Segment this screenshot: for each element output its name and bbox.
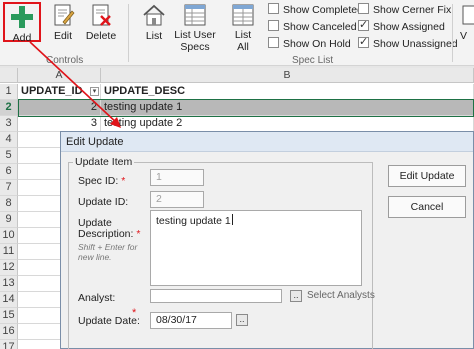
list-label: List [145,30,163,42]
checkbox-label: Show Cerner Fix [373,4,452,16]
add-label: Add [12,32,32,44]
table-icon [232,4,254,26]
text-cursor [231,214,233,225]
required-mark: * [121,175,126,187]
select-analysts-link[interactable]: Select Analysts [307,290,375,301]
delete-button[interactable]: Delete [82,2,120,48]
ribbon: Add Edit Delete Controls List List User … [0,0,474,66]
select-analysts-button[interactable]: .. [290,290,302,302]
checkbox-label: Show Canceled [283,21,357,33]
row-header[interactable]: 13 [0,276,18,292]
row-header[interactable]: 7 [0,180,18,196]
edit-update-dialog: Edit Update Update Item Spec ID: * 1 Upd… [60,131,474,349]
update-date-label-text: Update Date: [78,315,140,327]
select-all-corner[interactable] [0,68,18,83]
edit-label: Edit [53,30,73,42]
checkbox-show-assigned[interactable]: Show Assigned [358,18,445,36]
checkbox-label: Show Assigned [373,21,445,33]
cancel-button[interactable]: Cancel [388,196,466,218]
user-list-icon [184,4,206,26]
row-header[interactable]: 14 [0,292,18,308]
view-icon [462,5,474,25]
list-all-button[interactable]: List All [224,2,262,53]
update-date-field[interactable]: 08/30/17 [150,312,232,329]
analyst-label: Analyst: [78,292,116,304]
add-button[interactable]: Add [3,2,41,44]
group-label-spec-list: Spec List [292,55,334,66]
header-cell-update-desc[interactable]: UPDATE_DESC [101,84,474,100]
table-cell-id[interactable]: 3 [18,116,101,132]
row-header[interactable]: 15 [0,308,18,324]
group-divider [128,4,129,62]
row-header[interactable]: 5 [0,148,18,164]
checkbox-show-completed[interactable]: Show Completed [268,3,363,19]
table-cell-desc[interactable]: testing update 2 [101,116,474,132]
date-picker-button[interactable]: .. [236,314,248,326]
home-icon [143,4,165,26]
checkbox-label: Show Completed [283,4,363,16]
required-mark: * [132,307,137,319]
table-cell-desc[interactable]: testing update 1 [101,100,474,116]
header-cell-update-id[interactable]: UPDATE_ID [18,84,101,100]
description-hint: Shift + Enter for new line. [78,242,138,262]
group-label-controls: Controls [46,55,84,66]
list-user-specs-button[interactable]: List User Specs [173,2,217,53]
checkbox-box [358,3,369,14]
row-header[interactable]: 6 [0,164,18,180]
checkbox-show-on-hold[interactable]: Show On Hold [268,37,351,53]
edit-update-button[interactable]: Edit Update [388,165,466,187]
view-label-partial: V [460,30,468,42]
group-title: Update Item [73,156,135,168]
delete-label: Delete [85,30,117,42]
spec-id-label: Spec ID: * [78,175,125,187]
row-header[interactable]: 2 [0,100,18,116]
checkbox-box-checked [358,35,369,48]
row-header[interactable]: 1 [0,84,18,100]
column-header-a[interactable]: A [18,68,101,83]
checkbox-box [268,37,279,48]
filter-dropdown-icon[interactable]: ▾ [90,87,99,96]
description-label-2-text: Description: [78,228,134,240]
row-header[interactable]: 16 [0,324,18,340]
update-id-field[interactable]: 2 [150,191,204,208]
checkbox-label: Show Unassigned [373,38,458,50]
required-mark: * [136,228,141,240]
checkbox-box [268,20,279,31]
table-cell-id[interactable]: 2 [18,100,101,116]
edit-icon [54,4,75,26]
checkbox-show-canceled[interactable]: Show Canceled [268,20,357,36]
column-header-b[interactable]: B [101,68,474,83]
plus-icon [11,6,33,28]
checkbox-label: Show On Hold [283,38,351,50]
description-textarea[interactable]: testing update 1 [150,210,362,286]
spec-id-label-text: Spec ID: [78,175,119,187]
row-header[interactable]: 12 [0,260,18,276]
analyst-field[interactable] [150,289,282,303]
delete-icon [92,4,111,26]
edit-button[interactable]: Edit [44,2,82,48]
group-divider [452,4,453,62]
description-label-2: Description: * [78,228,140,240]
row-header[interactable]: 17 [0,340,18,349]
row-header[interactable]: 4 [0,132,18,148]
checkbox-box-checked [358,18,369,31]
list-all-label-1: List [234,29,252,41]
checkbox-show-unassigned[interactable]: Show Unassigned [358,35,458,53]
list-user-specs-label-1: List User [174,29,216,41]
row-header[interactable]: 11 [0,244,18,260]
list-all-label-2: All [237,41,249,53]
update-id-label: Update ID: [78,196,129,208]
row-header[interactable]: 8 [0,196,18,212]
view-button-partial[interactable]: V [460,2,474,48]
checkbox-show-cerner-fix[interactable]: Show Cerner Fix [358,3,451,19]
list-button[interactable]: List [135,2,173,48]
checkbox-box [268,3,279,14]
dialog-title: Edit Update [61,132,473,152]
row-header[interactable]: 10 [0,228,18,244]
list-user-specs-label-2: Specs [180,41,210,53]
spec-id-field[interactable]: 1 [150,169,204,186]
update-date-label: Update Date: [78,315,140,327]
row-header[interactable]: 3 [0,116,18,132]
row-header[interactable]: 9 [0,212,18,228]
